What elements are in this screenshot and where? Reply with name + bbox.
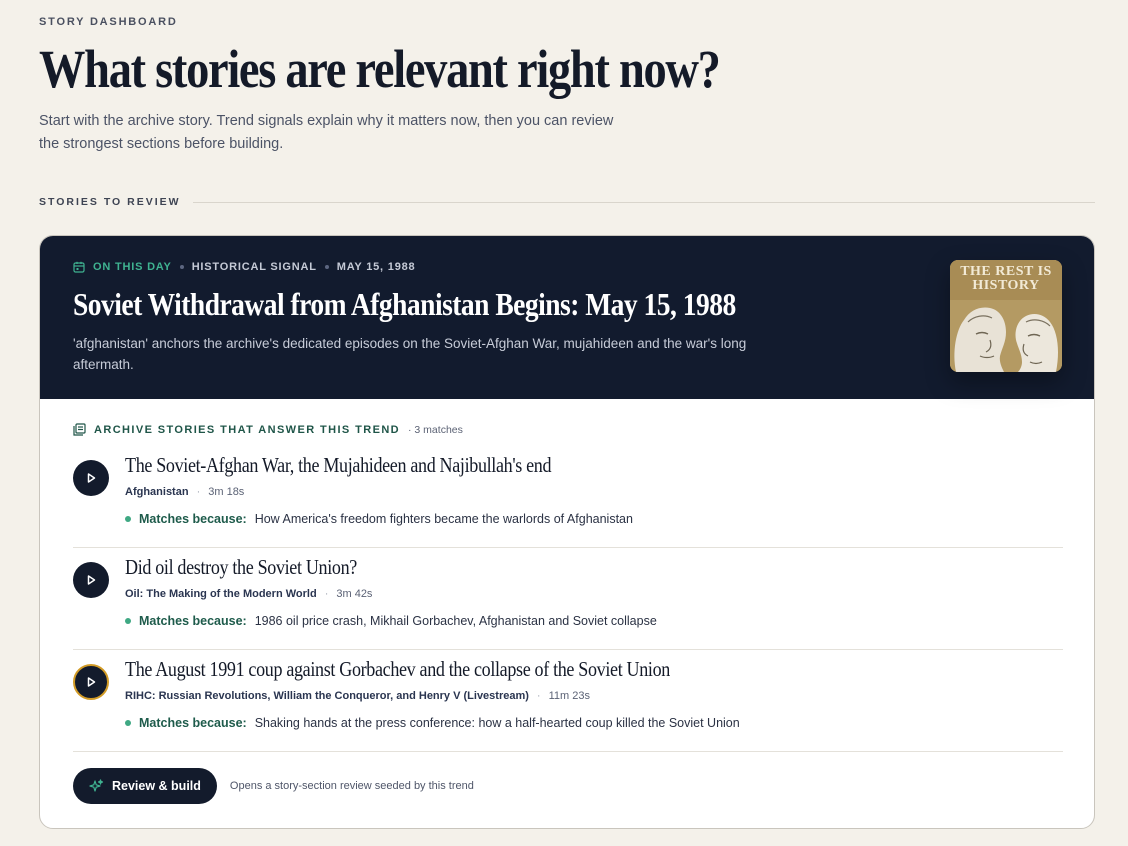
story-match-reason: Matches because: 1986 oil price crash, M… bbox=[125, 614, 657, 628]
story-row[interactable]: Did oil destroy the Soviet Union? Oil: T… bbox=[73, 548, 1063, 650]
story-title[interactable]: Did oil destroy the Soviet Union? bbox=[125, 555, 357, 580]
play-icon bbox=[87, 575, 96, 585]
cover-title: THE REST IS HISTORY bbox=[960, 264, 1052, 293]
meta-separator: · bbox=[536, 690, 541, 702]
story-show: Afghanistan bbox=[125, 486, 189, 498]
story-meta: Afghanistan · 3m 18s bbox=[125, 486, 244, 498]
meta-separator: · bbox=[324, 588, 329, 600]
play-icon bbox=[87, 473, 96, 483]
reason-text: Shaking hands at the press conference: h… bbox=[254, 716, 740, 730]
story-row[interactable]: The August 1991 coup against Gorbachev a… bbox=[73, 650, 1063, 752]
story-show: RIHC: Russian Revolutions, William the C… bbox=[125, 690, 529, 702]
play-icon bbox=[87, 677, 96, 687]
trend-date: MAY 15, 1988 bbox=[336, 261, 416, 273]
reason-bullet bbox=[125, 516, 131, 522]
matches-count: · 3 matches bbox=[408, 423, 463, 436]
play-button[interactable] bbox=[73, 664, 109, 700]
trend-tag: ON THIS DAY bbox=[93, 261, 172, 273]
review-build-button[interactable]: Review & build bbox=[73, 768, 217, 804]
play-button[interactable] bbox=[73, 460, 109, 496]
page-intro: Start with the archive story. Trend sign… bbox=[39, 113, 614, 152]
reason-label: Matches because: bbox=[139, 614, 247, 628]
story-duration: 11m 23s bbox=[548, 690, 590, 702]
review-build-label: Review & build bbox=[112, 779, 201, 793]
play-button[interactable] bbox=[73, 562, 109, 598]
footer-hint: Opens a story-section review seeded by t… bbox=[229, 780, 474, 792]
reason-bullet bbox=[125, 720, 131, 726]
sparkle-icon bbox=[89, 778, 104, 792]
reason-text: How America's freedom fighters became th… bbox=[254, 512, 633, 526]
reason-label: Matches because: bbox=[139, 512, 247, 526]
calendar-icon bbox=[73, 261, 85, 273]
matches-label: ARCHIVE STORIES THAT ANSWER THIS TREND bbox=[94, 423, 401, 436]
trend-hero: ON THIS DAY HISTORICAL SIGNAL MAY 15, 19… bbox=[40, 236, 1094, 399]
section-label: STORIES TO REVIEW bbox=[39, 196, 181, 208]
meta-dot bbox=[179, 265, 184, 269]
story-match-reason: Matches because: Shaking hands at the pr… bbox=[125, 716, 740, 730]
story-row[interactable]: The Soviet-Afghan War, the Mujahideen an… bbox=[73, 446, 1063, 548]
trend-meta: ON THIS DAY HISTORICAL SIGNAL MAY 15, 19… bbox=[73, 261, 415, 273]
section-header: STORIES TO REVIEW bbox=[39, 196, 1095, 208]
trend-description: 'afghanistan' anchors the archive's dedi… bbox=[73, 336, 747, 372]
matches-header: ARCHIVE STORIES THAT ANSWER THIS TREND ·… bbox=[73, 423, 463, 436]
reason-label: Matches because: bbox=[139, 716, 247, 730]
story-show: Oil: The Making of the Modern World bbox=[125, 588, 317, 600]
card-footer: Review & build Opens a story-section rev… bbox=[73, 768, 474, 804]
story-duration: 3m 18s bbox=[208, 486, 245, 498]
story-title[interactable]: The Soviet-Afghan War, the Mujahideen an… bbox=[125, 453, 552, 478]
page-title: What stories are relevant right now? bbox=[39, 39, 721, 99]
meta-separator: · bbox=[196, 486, 201, 498]
story-match-reason: Matches because: How America's freedom f… bbox=[125, 512, 633, 526]
story-duration: 3m 42s bbox=[336, 588, 373, 600]
reason-text: 1986 oil price crash, Mikhail Gorbachev,… bbox=[254, 614, 657, 628]
page-eyebrow: STORY DASHBOARD bbox=[39, 16, 178, 28]
meta-dot bbox=[324, 265, 329, 269]
story-title[interactable]: The August 1991 coup against Gorbachev a… bbox=[125, 657, 670, 682]
stack-icon bbox=[73, 423, 86, 436]
trend-card: ON THIS DAY HISTORICAL SIGNAL MAY 15, 19… bbox=[39, 235, 1095, 829]
section-divider bbox=[192, 201, 1095, 203]
podcast-cover-art: THE REST IS HISTORY bbox=[950, 260, 1062, 372]
reason-bullet bbox=[125, 618, 131, 624]
trend-signal: HISTORICAL SIGNAL bbox=[191, 261, 317, 273]
trend-title: Soviet Withdrawal from Afghanistan Begin… bbox=[73, 286, 736, 322]
story-meta: RIHC: Russian Revolutions, William the C… bbox=[125, 690, 590, 702]
story-meta: Oil: The Making of the Modern World · 3m… bbox=[125, 588, 372, 600]
